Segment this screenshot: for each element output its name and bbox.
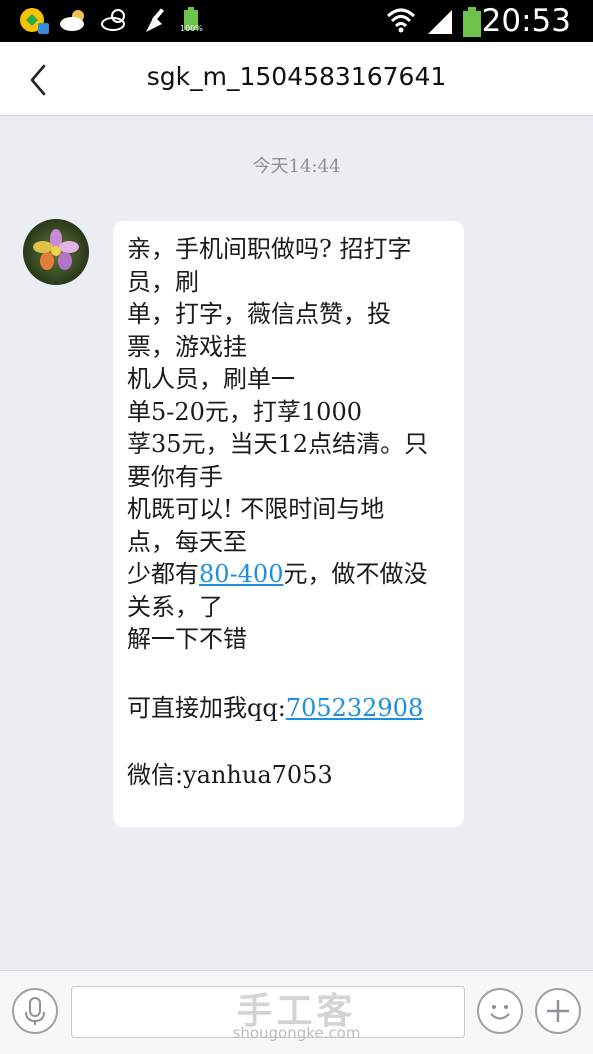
battery-percent-label: 100% [180,24,203,33]
message-timestamp: 今天14:44 [252,156,341,177]
signal-icon [428,10,452,34]
qq-number-link[interactable]: 705232908 [286,694,423,722]
message-line: 莩35元，当天12点结清。只 [127,430,429,458]
message-line: 单5-20元，打莩1000 [127,397,362,426]
message-line: 员，刷 [127,267,199,296]
weather-cloud-icon [60,10,84,31]
watermark-url: shougongke.com [232,1024,361,1042]
battery-icon [463,7,481,37]
chat-header: sgk_m_1504583167641 [0,42,593,116]
qq-line: 可直接加我qq:705232908 [127,692,448,725]
message-line: 机既可以! 不限时间与地 [127,495,385,523]
message-line: 关系，了 [127,592,223,621]
wifi-icon [386,8,416,33]
message-line: 解一下不错 [127,625,247,653]
app-notification-icon [20,8,49,34]
message-line: 单，打字，薇信点赞，投 [127,300,391,328]
qq-prefix: 可直接加我qq: [127,694,286,722]
status-time: 20:53 [481,3,571,39]
wechat-line: 微信:yanhua7053 [127,761,333,789]
cleaner-icon [146,8,165,32]
amount-link[interactable]: 80-400 [199,560,283,588]
status-bar: 100% 20:53 [0,0,593,42]
avatar[interactable] [23,219,89,285]
message-line: 机人员，刷单一 [127,365,295,393]
message-line: 要你有手 [127,462,223,491]
weather-partly-cloudy-icon [101,9,125,31]
link-prefix-text: 少都有 [127,560,199,588]
message-bubble[interactable]: 亲，手机间职做吗? 招打字 员，刷 单，打字，薇信点赞，投 票，游戏挂 机人员，… [113,221,464,827]
battery-small-icon [184,7,198,30]
message-line-with-link: 少都有80-400元，做不做没 [127,558,448,591]
message-line: 票，游戏挂 [127,332,247,361]
flower-avatar [23,219,89,285]
link-suffix-text: 元，做不做没 [283,560,428,588]
message-line: 点，每天至 [127,527,247,556]
message-line: 亲，手机间职做吗? 招打字 [127,235,412,263]
chat-title: sgk_m_1504583167641 [146,62,447,91]
